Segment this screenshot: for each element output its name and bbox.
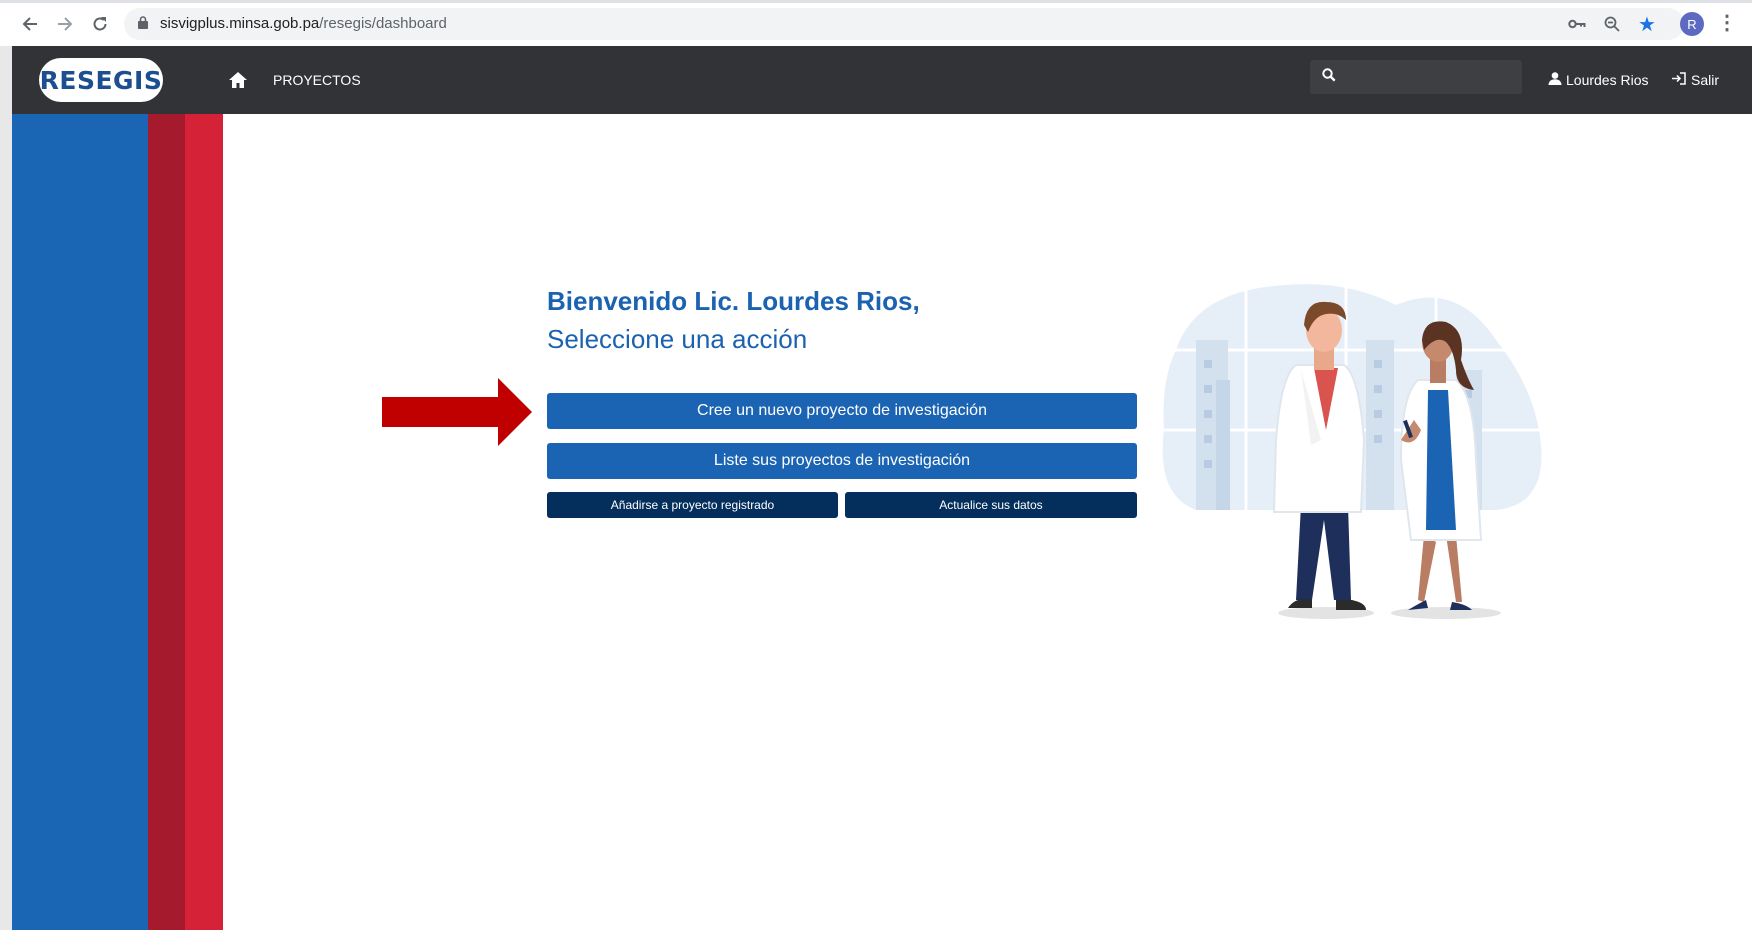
search-input[interactable] (1310, 60, 1522, 94)
reload-icon[interactable] (87, 11, 113, 37)
profile-avatar[interactable]: R (1680, 12, 1704, 36)
key-icon[interactable] (1565, 12, 1589, 36)
app-navbar: RESEGIS PROYECTOS Lourdes Rios Salir (12, 46, 1752, 114)
join-project-button[interactable]: Añadirse a proyecto registrado (547, 492, 838, 518)
stripe-red (185, 114, 223, 930)
url-domain: sisvigplus.minsa.gob.pa (160, 15, 320, 32)
user-icon (1548, 72, 1562, 88)
nav-proyectos[interactable]: PROYECTOS (273, 72, 361, 88)
user-profile-link[interactable]: Lourdes Rios (1548, 72, 1649, 88)
select-action-line: Seleccione una acción (547, 324, 808, 354)
logout-label: Salir (1691, 72, 1720, 88)
home-icon[interactable] (228, 71, 248, 89)
back-icon[interactable] (17, 11, 43, 37)
update-data-button[interactable]: Actualice sus datos (845, 492, 1137, 518)
list-projects-button[interactable]: Liste sus proyectos de investigación (547, 443, 1137, 479)
browser-toolbar: sisvigplus.minsa.gob.pa/resegis/dashboar… (0, 0, 1752, 46)
url-text[interactable]: sisvigplus.minsa.gob.pa/resegis/dashboar… (160, 15, 447, 32)
logout-icon (1671, 72, 1686, 88)
star-icon[interactable]: ★ (1635, 12, 1659, 36)
zoom-icon[interactable] (1600, 12, 1624, 36)
stripe-blue (12, 114, 148, 930)
url-path: /resegis/dashboard (319, 15, 447, 32)
lock-icon (138, 16, 148, 34)
welcome-heading: Bienvenido Lic. Lourdes Rios, Seleccione… (547, 282, 920, 358)
window-edge (0, 46, 12, 930)
logout-link[interactable]: Salir (1671, 72, 1719, 88)
search-icon (1322, 68, 1336, 87)
user-name: Lourdes Rios (1566, 72, 1649, 88)
doctors-illustration (1156, 280, 1548, 630)
menu-kebab-icon[interactable]: ⋮ (1717, 10, 1737, 35)
red-arrow-annotation (382, 378, 532, 451)
forward-icon[interactable] (52, 11, 78, 37)
tab-strip-edge (0, 0, 1752, 3)
stripe-dark-red (148, 114, 185, 930)
welcome-line: Bienvenido Lic. Lourdes Rios, (547, 286, 920, 316)
new-project-button[interactable]: Cree un nuevo proyecto de investigación (547, 393, 1137, 429)
resegis-logo[interactable]: RESEGIS (39, 58, 163, 102)
logo-text: RESEGIS (39, 65, 163, 95)
